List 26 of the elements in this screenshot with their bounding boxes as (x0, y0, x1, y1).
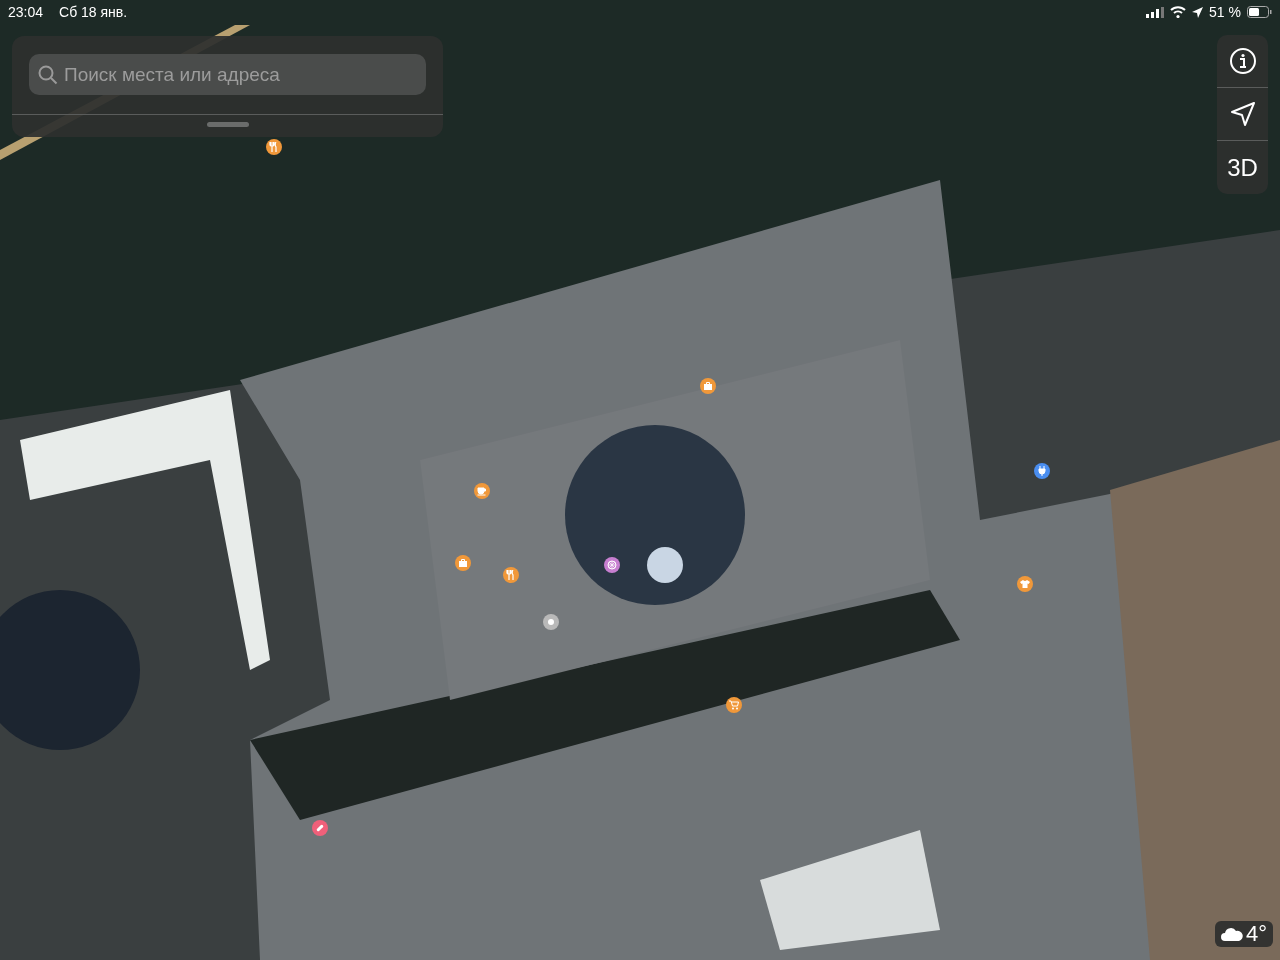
battery-percent: 51 % (1209, 4, 1241, 20)
plug-icon (1037, 466, 1047, 476)
weather-badge[interactable]: 4° (1215, 921, 1274, 947)
search-icon (38, 65, 58, 85)
cellular-signal-icon (1146, 6, 1165, 18)
drag-handle[interactable] (206, 122, 249, 127)
cloud-icon (1221, 927, 1243, 941)
pill-icon (315, 823, 325, 833)
search-field[interactable]: Поиск места или адреса (29, 54, 426, 95)
ferris-wheel-icon (607, 560, 617, 570)
cup-icon (477, 486, 487, 496)
temperature: 4° (1246, 921, 1268, 947)
shirt-icon (1020, 579, 1030, 589)
bag-icon (703, 381, 713, 391)
cart-icon (729, 700, 739, 710)
location-arrow-icon (1192, 6, 1204, 18)
location-arrow-icon (1229, 101, 1256, 127)
battery-icon (1247, 6, 1272, 18)
fork-knife-icon (269, 142, 279, 152)
briefcase-icon (458, 558, 468, 568)
fork-knife-icon (506, 570, 516, 580)
info-icon (1228, 47, 1257, 75)
3d-button[interactable]: 3D (1217, 141, 1268, 194)
status-date: Сб 18 янв. (59, 4, 128, 20)
wifi-icon (1170, 6, 1187, 18)
status-time: 23:04 (8, 4, 44, 20)
